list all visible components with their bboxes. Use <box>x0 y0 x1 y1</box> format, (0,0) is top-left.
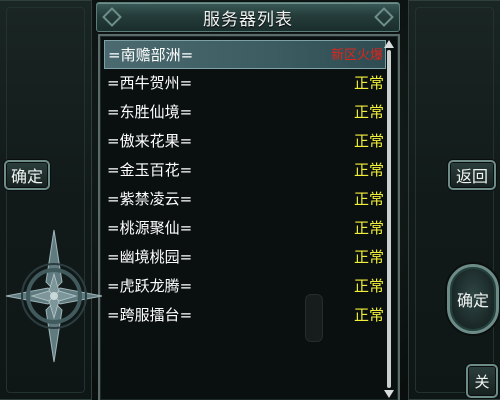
list-scrollbar[interactable] <box>384 40 394 398</box>
server-list-title: 服务器列表 <box>203 9 293 30</box>
server-status: 正常 <box>353 306 384 324</box>
scroll-up-arrow-icon[interactable] <box>384 40 394 48</box>
server-status: 正常 <box>353 219 384 237</box>
game-screen: 服务器列表 =南赡部洲= 新区火爆 =西牛贺州= 正常 =东胜仙境= 正常 =傲… <box>0 0 500 400</box>
title-ornament-right-icon <box>374 7 394 27</box>
dpad-compass-icon[interactable] <box>4 226 104 366</box>
server-status: 新区火爆 <box>330 48 383 63</box>
server-row[interactable]: =金玉百花= 正常 <box>104 156 386 185</box>
server-name: =南赡部洲= <box>108 46 194 64</box>
server-row[interactable]: =南赡部洲= 新区火爆 <box>104 40 386 69</box>
title-bar: 服务器列表 <box>96 2 400 32</box>
server-row[interactable]: =桃源聚仙= 正常 <box>104 214 386 243</box>
server-name: =紫禁凌云= <box>107 190 193 208</box>
server-row[interactable]: =西牛贺州= 正常 <box>104 69 386 98</box>
left-confirm-button[interactable]: 确定 <box>4 160 50 190</box>
back-button[interactable]: 返回 <box>448 160 496 190</box>
server-list-panel: =南赡部洲= 新区火爆 =西牛贺州= 正常 =东胜仙境= 正常 =傲来花果= 正… <box>98 34 400 400</box>
server-row[interactable]: =虎跃龙腾= 正常 <box>104 272 386 301</box>
server-name: =桃源聚仙= <box>107 219 193 237</box>
server-row[interactable]: =跨服擂台= 正常 <box>104 301 386 330</box>
server-status: 正常 <box>353 277 384 295</box>
server-name: =傲来花果= <box>107 132 193 150</box>
scroll-down-arrow-icon[interactable] <box>384 390 394 398</box>
server-list: =南赡部洲= 新区火爆 =西牛贺州= 正常 =东胜仙境= 正常 =傲来花果= 正… <box>104 40 386 330</box>
server-status: 正常 <box>353 103 384 121</box>
server-name: =跨服擂台= <box>107 306 193 324</box>
confirm-round-button[interactable]: 确定 <box>447 264 499 334</box>
server-name: =东胜仙境= <box>107 103 193 121</box>
server-row[interactable]: =东胜仙境= 正常 <box>104 98 386 127</box>
title-ornament-left-icon <box>102 7 122 27</box>
server-status: 正常 <box>353 190 384 208</box>
server-name: =虎跃龙腾= <box>107 277 193 295</box>
server-status: 正常 <box>353 161 384 179</box>
scroll-track[interactable] <box>387 50 391 388</box>
server-name: =金玉百花= <box>107 161 193 179</box>
server-row[interactable]: =紫禁凌云= 正常 <box>104 185 386 214</box>
server-name: =幽境桃园= <box>107 248 193 266</box>
close-button[interactable]: 关 <box>466 364 498 398</box>
server-row[interactable]: =幽境桃园= 正常 <box>104 243 386 272</box>
right-side-panel <box>408 0 500 400</box>
server-status: 正常 <box>353 248 384 266</box>
server-status: 正常 <box>353 132 384 150</box>
server-status: 正常 <box>353 74 384 92</box>
server-row[interactable]: =傲来花果= 正常 <box>104 127 386 156</box>
server-name: =西牛贺州= <box>107 74 193 92</box>
list-grip <box>305 294 323 342</box>
